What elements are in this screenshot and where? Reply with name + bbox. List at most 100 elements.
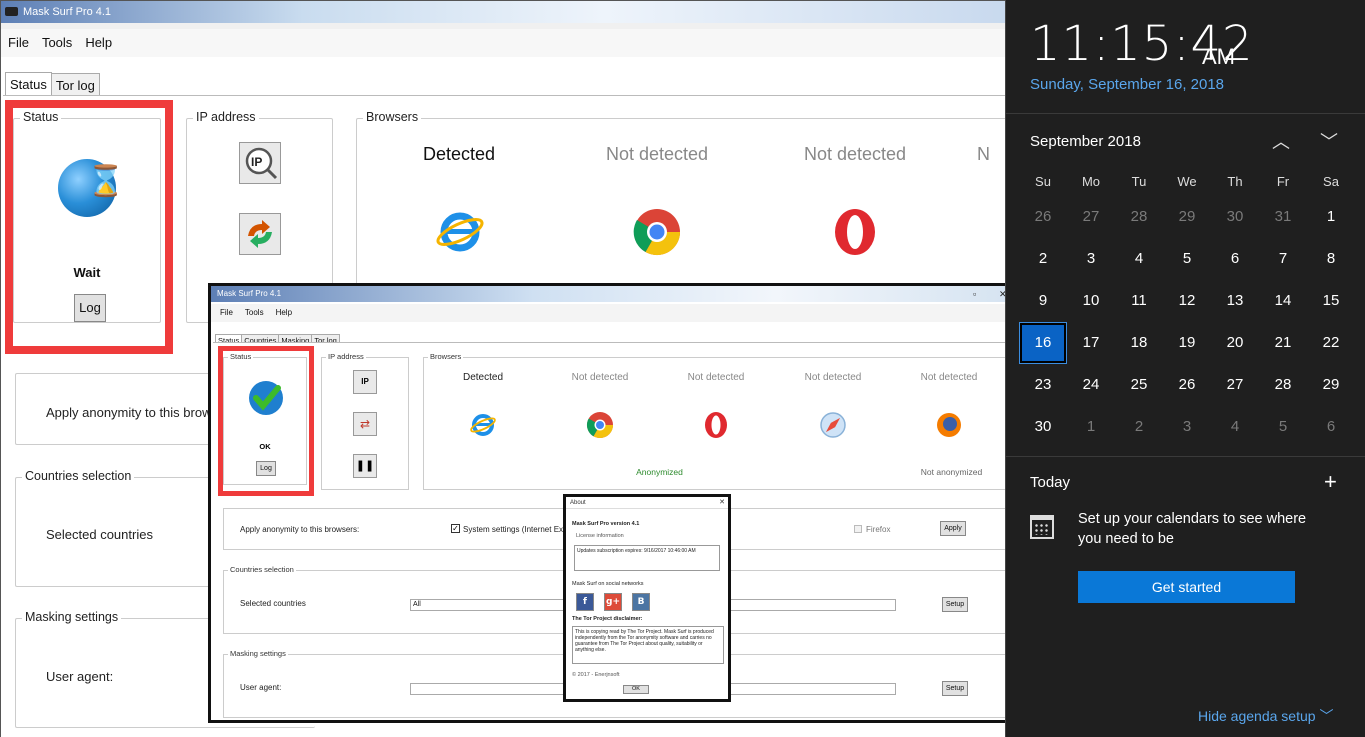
- countries-setup-button[interactable]: Setup: [942, 597, 968, 612]
- long-date-link[interactable]: Sunday, September 16, 2018: [1030, 76, 1224, 93]
- facebook-icon[interactable]: f: [576, 593, 594, 611]
- inner-safari-status: Not detected: [804, 372, 862, 383]
- firefox-label: Firefox: [866, 525, 891, 534]
- inner-pause-icon[interactable]: ❚❚: [353, 454, 377, 478]
- calendar-day[interactable]: 23: [1020, 365, 1066, 405]
- tab-tor-log[interactable]: Tor log: [50, 73, 100, 95]
- highlight-box: [5, 100, 173, 354]
- inner-highlight-box: [218, 346, 314, 496]
- apply-button[interactable]: Apply: [940, 521, 966, 536]
- inner-menubar: File Tools Help: [211, 304, 1017, 322]
- hide-agenda-link[interactable]: Hide agenda setup ﹀: [1198, 706, 1333, 726]
- calendar-day[interactable]: 25: [1116, 365, 1162, 405]
- selected-countries-label: Selected countries: [46, 527, 153, 542]
- change-ip-button[interactable]: [239, 213, 281, 255]
- calendar-day[interactable]: 30: [1020, 407, 1066, 447]
- weekday-label: Fr: [1276, 174, 1290, 189]
- inner-menu-tools[interactable]: Tools: [236, 304, 267, 317]
- calendar-day[interactable]: 5: [1260, 407, 1306, 447]
- weekday-label: Sa: [1323, 174, 1339, 189]
- inner-menu-file[interactable]: File: [211, 304, 236, 317]
- inner-browsers-title: Browsers: [428, 352, 464, 361]
- tab-bar: Status Tor log: [5, 72, 100, 95]
- chevron-up-icon[interactable]: ︿: [1272, 128, 1290, 154]
- calendar-day[interactable]: 21: [1260, 323, 1306, 363]
- calendar-day[interactable]: 11: [1116, 281, 1162, 321]
- calendar-day[interactable]: 5: [1164, 239, 1210, 279]
- calendar-day[interactable]: 2: [1116, 407, 1162, 447]
- calendar-day[interactable]: 6: [1212, 239, 1258, 279]
- google-plus-icon[interactable]: g+: [604, 593, 622, 611]
- calendar-day[interactable]: 29: [1308, 365, 1354, 405]
- calendar-day[interactable]: 1: [1308, 197, 1354, 237]
- calendar-day[interactable]: 29: [1164, 197, 1210, 237]
- calendar-setup-text: Set up your calendars to see where you n…: [1078, 511, 1307, 547]
- calendar-day[interactable]: 31: [1260, 197, 1306, 237]
- calendar-day[interactable]: 22: [1308, 323, 1354, 363]
- calendar-day[interactable]: 8: [1308, 239, 1354, 279]
- about-close-icon[interactable]: ✕: [719, 497, 725, 509]
- calendar-day[interactable]: 30: [1212, 197, 1258, 237]
- add-event-icon[interactable]: +: [1324, 469, 1337, 495]
- vk-icon[interactable]: B: [632, 593, 650, 611]
- calendar-day[interactable]: 2: [1020, 239, 1066, 279]
- calendar-day[interactable]: 28: [1260, 365, 1306, 405]
- get-started-button[interactable]: Get started: [1078, 571, 1295, 603]
- inner-refresh-icon[interactable]: ⇄: [353, 412, 377, 436]
- maximize-icon[interactable]: ▫: [973, 286, 976, 302]
- calendar-day[interactable]: 13: [1212, 281, 1258, 321]
- refresh-arrows-icon: [248, 220, 272, 248]
- calendar-day[interactable]: 27: [1068, 197, 1114, 237]
- hide-agenda-label: Hide agenda setup: [1198, 708, 1316, 724]
- calendar-icon: [1030, 515, 1054, 539]
- calendar-day[interactable]: 28: [1116, 197, 1162, 237]
- chevron-down-icon[interactable]: ﹀: [1320, 128, 1338, 154]
- menubar: File Tools Help: [1, 29, 1007, 57]
- inner-ie-icon: [470, 414, 496, 436]
- calendar-day[interactable]: 6: [1308, 407, 1354, 447]
- calendar-day[interactable]: 14: [1260, 281, 1306, 321]
- apply-anonymity-label: Apply anonymity to this browse: [46, 405, 226, 420]
- calendar-day[interactable]: 3: [1164, 407, 1210, 447]
- ip-check-button[interactable]: IP: [239, 142, 281, 184]
- menu-tools[interactable]: Tools: [35, 29, 78, 50]
- calendar-day-selected[interactable]: 16: [1019, 322, 1067, 364]
- license-label: License information: [576, 533, 624, 539]
- month-title[interactable]: September 2018: [1030, 133, 1141, 150]
- calendar-day[interactable]: 4: [1212, 407, 1258, 447]
- calendar-day[interactable]: 27: [1212, 365, 1258, 405]
- calendar-day[interactable]: 19: [1164, 323, 1210, 363]
- calendar-day[interactable]: 17: [1068, 323, 1114, 363]
- social-label: Mask Surf on social networks: [572, 581, 644, 587]
- system-settings-checkbox[interactable]: ✓: [451, 524, 460, 533]
- calendar-day[interactable]: 9: [1020, 281, 1066, 321]
- about-ok-button[interactable]: OK: [623, 685, 649, 694]
- inner-menu-help[interactable]: Help: [267, 304, 295, 317]
- menu-file[interactable]: File: [1, 29, 35, 50]
- inner-safari-icon: [820, 412, 846, 438]
- inner-ip-check-icon[interactable]: IP: [353, 370, 377, 394]
- inner-title: Mask Surf Pro 4.1: [217, 289, 282, 298]
- masking-group-title: Masking settings: [22, 610, 122, 624]
- calendar-day[interactable]: 10: [1068, 281, 1114, 321]
- calendar-day[interactable]: 26: [1020, 197, 1066, 237]
- calendar-day[interactable]: 3: [1068, 239, 1114, 279]
- menu-help[interactable]: Help: [78, 29, 118, 50]
- weekday-label: Th: [1227, 174, 1243, 189]
- calendar-day[interactable]: 24: [1068, 365, 1114, 405]
- user-agent-setup-button[interactable]: Setup: [942, 681, 968, 696]
- calendar-day[interactable]: 4: [1116, 239, 1162, 279]
- inner-opera-status: Not detected: [687, 372, 745, 383]
- inner-ip-title: IP address: [326, 352, 366, 361]
- calendar-day[interactable]: 12: [1164, 281, 1210, 321]
- firefox-checkbox[interactable]: [854, 525, 862, 533]
- tab-status[interactable]: Status: [5, 72, 52, 95]
- calendar-day[interactable]: 26: [1164, 365, 1210, 405]
- calendar-day[interactable]: 7: [1260, 239, 1306, 279]
- calendar-day[interactable]: 1: [1068, 407, 1114, 447]
- inner-firefox-icon: [937, 413, 961, 437]
- calendar-day[interactable]: 15: [1308, 281, 1354, 321]
- ie-status: Detected: [422, 144, 496, 164]
- calendar-day[interactable]: 20: [1212, 323, 1258, 363]
- calendar-day[interactable]: 18: [1116, 323, 1162, 363]
